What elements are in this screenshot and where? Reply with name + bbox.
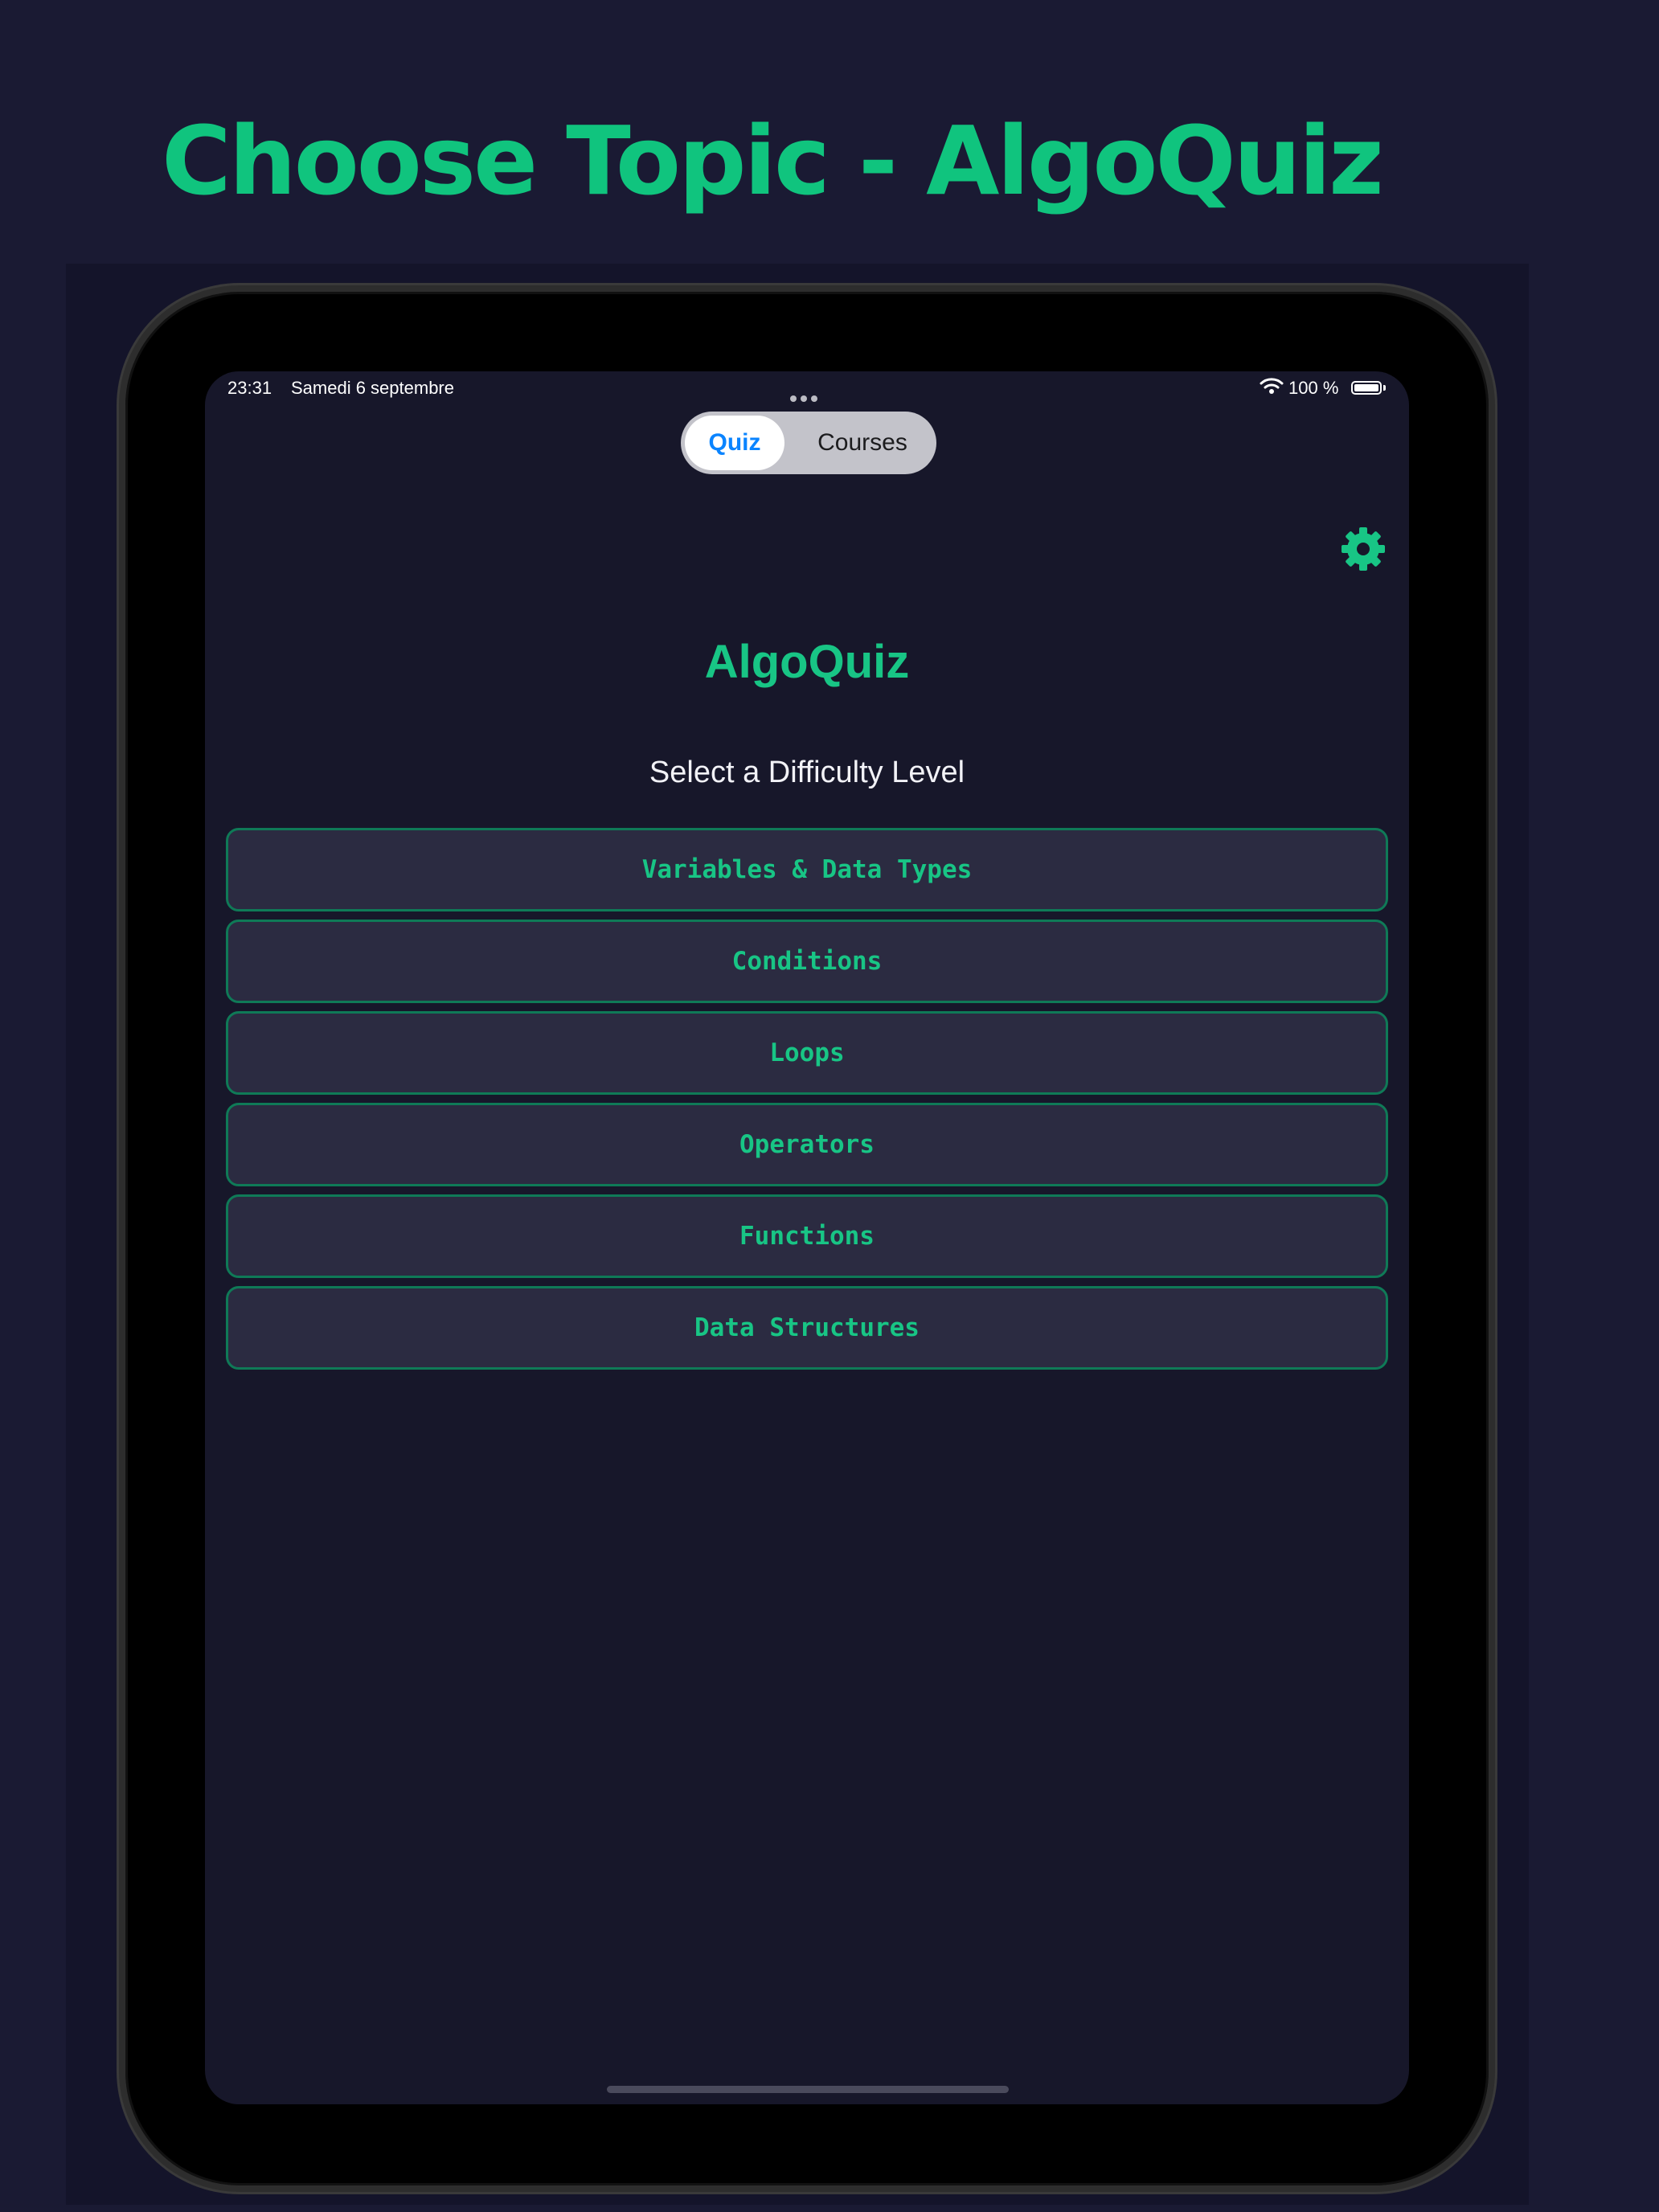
topic-button-operators[interactable]: Operators [226,1103,1388,1186]
difficulty-subtitle: Select a Difficulty Level [649,756,965,789]
app-title: AlgoQuiz [704,636,910,688]
topic-button-variables-data-types[interactable]: Variables & Data Types [226,828,1388,911]
battery-cap [1383,385,1386,391]
status-bar: 23:31 Samedi 6 septembre 100 % [205,371,1409,403]
wifi-icon [1260,378,1284,394]
topic-button-conditions[interactable]: Conditions [226,920,1388,1003]
status-time: 23:31 [227,378,272,398]
topic-list: Variables & Data Types Conditions Loops … [226,828,1388,1378]
topic-button-data-structures[interactable]: Data Structures [226,1286,1388,1370]
promo-title: Choose Topic - AlgoQuiz [162,105,1384,216]
segment-quiz[interactable]: Quiz [685,416,784,470]
topic-button-loops[interactable]: Loops [226,1011,1388,1095]
topic-button-functions[interactable]: Functions [226,1194,1388,1278]
battery-level [1354,384,1378,391]
status-date: Samedi 6 septembre [291,378,454,398]
quiz-courses-segmented-control: Quiz Courses [681,412,936,474]
app-screen: 23:31 Samedi 6 septembre 100 % Quiz Cour… [205,371,1409,2104]
battery-icon [1351,381,1382,395]
multitasking-dots-icon[interactable] [790,386,824,402]
segment-courses[interactable]: Courses [793,416,932,470]
battery-percentage: 100 % [1288,378,1339,398]
home-indicator[interactable] [607,2086,1009,2093]
gear-icon[interactable] [1340,526,1387,572]
